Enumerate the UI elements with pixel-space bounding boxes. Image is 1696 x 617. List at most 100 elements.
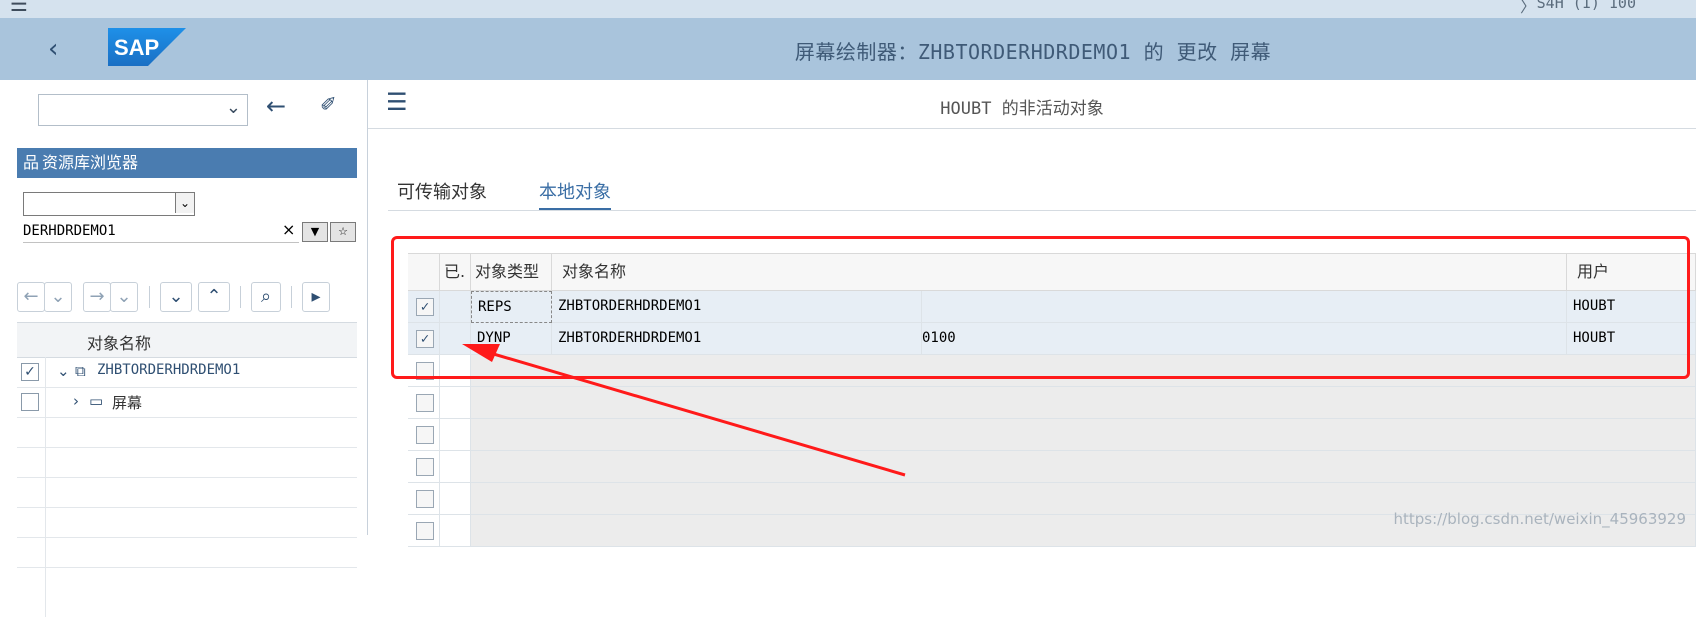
header-select-cell <box>408 253 440 291</box>
row-checkbox[interactable]: ✓ <box>416 298 434 316</box>
column-header-type[interactable]: 对象类型 <box>471 253 552 291</box>
row-checkbox[interactable] <box>416 394 434 412</box>
magic-wand-icon[interactable]: ✐ <box>320 92 337 116</box>
collapse-all-button[interactable]: ⌃ <box>198 282 230 312</box>
expand-all-button[interactable]: ⌄ <box>160 282 192 312</box>
page-title: 屏幕绘制器：ZHBTORDERHDRDEMO1 的 更改 屏幕 <box>794 40 1272 64</box>
hierarchy-icon: 品 <box>23 153 40 172</box>
tree-row-label: 屏幕 <box>112 394 143 412</box>
row-select-cell[interactable] <box>408 483 440 515</box>
table-row <box>408 355 1696 387</box>
tree-row <box>17 537 357 568</box>
top-strip: ☰ 〉 S4H (1) 100 <box>0 0 1696 18</box>
row-checkbox[interactable] <box>416 362 434 380</box>
row-select-cell[interactable] <box>408 451 440 483</box>
tree-row <box>17 507 357 538</box>
user-cell[interactable]: HOUBT <box>1567 323 1696 355</box>
next-object-button[interactable]: → <box>83 282 111 312</box>
tab-divider <box>388 210 1696 211</box>
row-checkbox[interactable] <box>416 426 434 444</box>
repository-browser-header[interactable]: 品资源库浏览器 <box>17 148 357 178</box>
subheader: ☰ HOUBT 的非活动对象 <box>368 80 1696 129</box>
inactive-objects-table: 已. 对象类型 对象名称 用户 ✓ REPS ZHBTORDERHDRDEMO1… <box>408 253 1696 547</box>
empty-cell <box>471 451 1696 483</box>
type-cell[interactable]: DYNP <box>471 323 552 355</box>
subheader-title: HOUBT 的非活动对象 <box>940 99 1104 119</box>
tab-local-objects[interactable]: 本地对象 <box>539 178 611 210</box>
tree-row-checkbox[interactable]: ✓ <box>21 363 39 381</box>
object-type-select[interactable]: ⌄ <box>23 192 195 216</box>
tree-row-label: ZHBTORDERHDRDEMO1 <box>97 362 241 378</box>
display-glasses-button[interactable]: ☆ <box>330 222 356 242</box>
folder-icon: ▭ <box>89 392 104 410</box>
checked-cell <box>440 483 471 515</box>
chevron-down-icon[interactable]: ⌄ <box>175 193 194 213</box>
row-select-cell[interactable]: ✓ <box>408 291 440 323</box>
table-row <box>408 419 1696 451</box>
object-name-input[interactable]: DERHDRDEMO1 <box>23 220 299 243</box>
checked-cell <box>440 355 471 387</box>
search-button[interactable]: ⌕ <box>251 282 281 312</box>
row-checkbox[interactable]: ✓ <box>416 330 434 348</box>
row-select-cell[interactable] <box>408 387 440 419</box>
user-cell[interactable]: HOUBT <box>1567 291 1696 323</box>
tree-row[interactable]: ✓ ⌄ ⧉ ZHBTORDERHDRDEMO1 <box>17 357 357 388</box>
system-info: S4H (1) 100 <box>1536 0 1636 12</box>
table-row <box>408 451 1696 483</box>
shell-header: ‹ SAP 屏幕绘制器：ZHBTORDERHDRDEMO1 的 更改 屏幕 <box>0 18 1696 80</box>
empty-cell <box>471 387 1696 419</box>
table-row[interactable]: ✓ REPS ZHBTORDERHDRDEMO1 HOUBT <box>408 291 1696 323</box>
type-cell[interactable]: REPS <box>471 291 552 323</box>
tab-transportable-objects[interactable]: 可传输对象 <box>397 178 487 204</box>
column-header-name[interactable]: 对象名称 <box>552 253 1567 291</box>
program-object-icon: ⧉ <box>75 362 86 380</box>
tree-row-checkbox[interactable] <box>21 393 39 411</box>
tree-row <box>17 417 357 448</box>
tree-header: 对象名称 <box>17 323 357 358</box>
tree-row[interactable]: › ▭ 屏幕 <box>17 387 357 418</box>
extra-cell <box>922 291 1567 323</box>
column-header-user[interactable]: 用户 <box>1567 253 1696 291</box>
row-checkbox[interactable] <box>416 522 434 540</box>
row-checkbox[interactable] <box>416 458 434 476</box>
toolbar-divider <box>240 286 241 308</box>
extra-cell: 0100 <box>922 323 1567 355</box>
row-select-cell[interactable] <box>408 515 440 547</box>
menu-icon[interactable]: ☰ <box>10 0 28 16</box>
tree-row <box>17 447 357 478</box>
name-cell[interactable]: ZHBTORDERHDRDEMO1 <box>552 291 922 323</box>
hierarchy-menu-button[interactable]: ▸ <box>302 282 330 312</box>
checked-cell <box>440 323 471 355</box>
dropdown-arrow-button[interactable]: ▼ <box>302 222 328 242</box>
chevron-down-icon[interactable]: ⌄ <box>57 362 70 380</box>
navigation-dropdown[interactable]: ⌄ <box>38 94 248 126</box>
table-row[interactable]: ✓ DYNP ZHBTORDERHDRDEMO1 0100 HOUBT <box>408 323 1696 355</box>
toolbar-divider <box>291 286 292 308</box>
checked-cell <box>440 387 471 419</box>
tree-row <box>17 477 357 508</box>
row-select-cell[interactable] <box>408 419 440 451</box>
row-checkbox[interactable] <box>416 490 434 508</box>
chevron-right-icon[interactable]: 〉 <box>1520 0 1536 17</box>
column-header-checked[interactable]: 已. <box>440 253 471 291</box>
row-select-cell[interactable]: ✓ <box>408 323 440 355</box>
object-tree: 对象名称 ✓ ⌄ ⧉ ZHBTORDERHDRDEMO1 › ▭ 屏幕 <box>17 322 357 617</box>
checked-cell <box>440 291 471 323</box>
watermark: https://blog.csdn.net/weixin_45963929 <box>1393 510 1686 528</box>
chevron-down-icon: ⌄ <box>225 97 241 118</box>
checked-cell <box>440 419 471 451</box>
name-cell[interactable]: ZHBTORDERHDRDEMO1 <box>552 323 922 355</box>
next-list-button[interactable]: ⌄ <box>110 282 138 312</box>
toolbar-divider <box>149 286 150 308</box>
checked-cell <box>440 451 471 483</box>
table-row <box>408 387 1696 419</box>
chevron-right-icon[interactable]: › <box>73 392 79 410</box>
previous-object-button[interactable]: ← <box>17 282 45 312</box>
clear-icon[interactable]: × <box>282 220 295 239</box>
checked-cell <box>440 515 471 547</box>
left-navigation-pane: ⌄ ← ✐ 品资源库浏览器 ⌄ DERHDRDEMO1 × ▼ ☆ ← ⌄ → … <box>0 80 368 617</box>
row-select-cell[interactable] <box>408 355 440 387</box>
previous-list-button[interactable]: ⌄ <box>44 282 72 312</box>
empty-cell <box>471 419 1696 451</box>
back-arrow-icon[interactable]: ← <box>266 92 286 120</box>
